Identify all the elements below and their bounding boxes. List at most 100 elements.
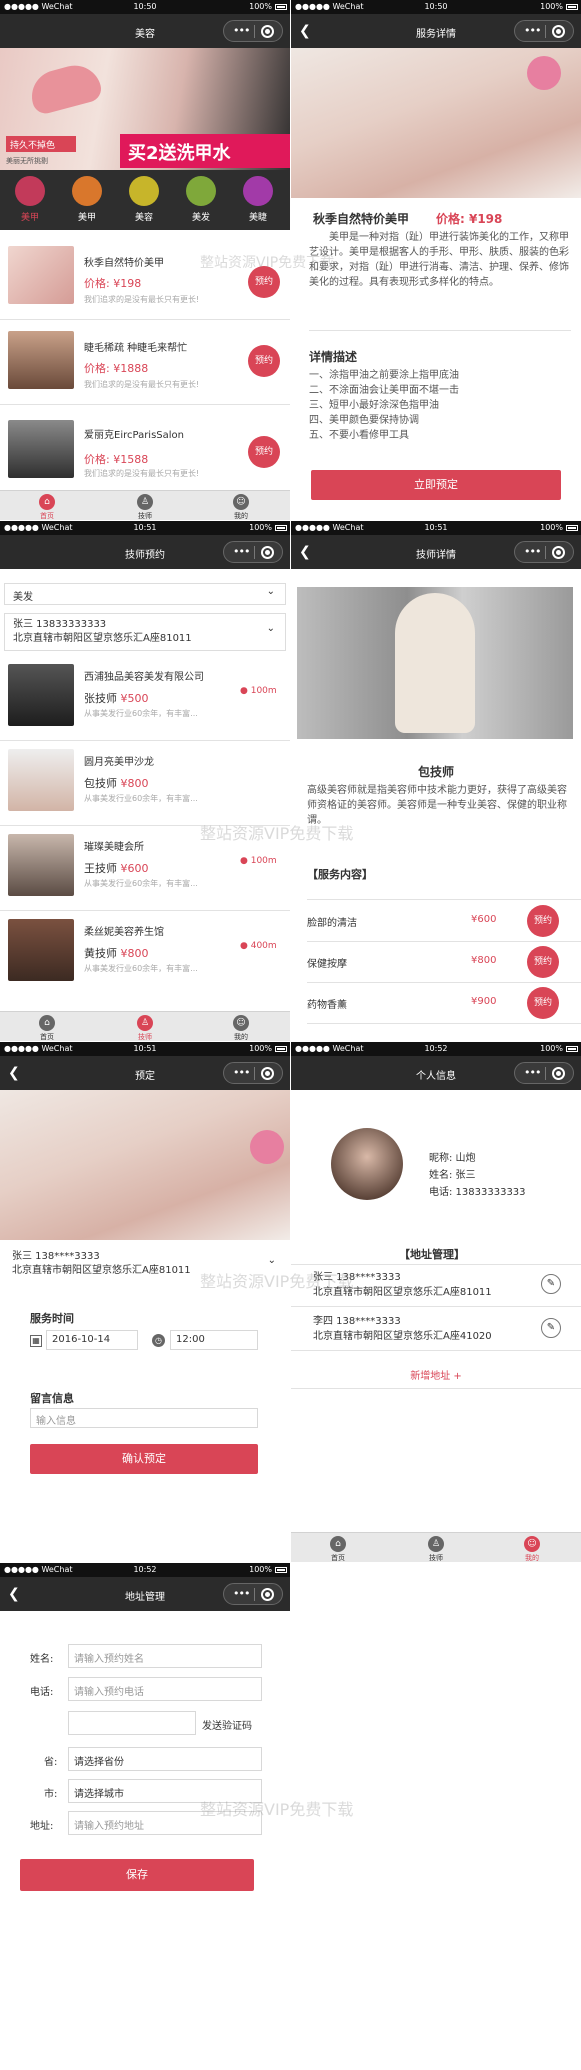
close-mini-icon[interactable]	[552, 1067, 565, 1080]
tab-home[interactable]: ⌂ 首页	[22, 494, 72, 520]
tab-home[interactable]: ⌂ 首页	[313, 1536, 363, 1562]
book-now-button[interactable]: 立即预定	[311, 470, 561, 500]
tab-technician[interactable]: ♙ 技师	[120, 494, 170, 520]
list-item[interactable]: 爱丽克EircParisSalon 价格: ¥1588 我们追求的是没有最长只有…	[0, 406, 290, 490]
more-icon[interactable]: •••	[524, 545, 541, 558]
back-icon[interactable]: ❮	[8, 1587, 20, 1601]
home-icon: ⌂	[39, 1015, 55, 1031]
page-title: 个人信息	[416, 1071, 456, 1082]
face-icon	[129, 176, 159, 206]
hero-banner[interactable]: 持久不掉色 买2送洗甲水 美丽无所挑剔	[0, 48, 290, 184]
edit-icon[interactable]: ✎	[541, 1318, 561, 1338]
item-name: 秋季自然特价美甲	[84, 258, 164, 269]
close-mini-icon[interactable]	[552, 25, 565, 38]
technician-photo	[8, 664, 74, 726]
screen-reservation: ●●●●● WeChat 10:51 100% ❮ 预定 ••• 张三 138****3…	[0, 1042, 290, 1562]
tab-technician[interactable]: ♙ 技师	[120, 1015, 170, 1041]
technician-row[interactable]: 圆月亮美甲沙龙 包技师 ¥800 从事美发行业60余年，有丰富...	[0, 743, 290, 827]
time-field[interactable]: 12:00	[170, 1330, 258, 1350]
back-icon[interactable]: ❮	[299, 24, 311, 38]
tab-mine[interactable]: ☺ 我的	[507, 1536, 557, 1562]
item-price: 价格: ¥1588	[84, 453, 149, 466]
category-nail-2[interactable]: 美甲	[61, 176, 113, 223]
book-button[interactable]: 预约	[527, 946, 559, 978]
book-button[interactable]: 预约	[527, 987, 559, 1019]
item-name: 睫毛稀疏 种睫毛来帮忙	[84, 343, 188, 354]
hair-icon	[186, 176, 216, 206]
close-mini-icon[interactable]	[552, 546, 565, 559]
more-icon[interactable]: •••	[233, 24, 250, 37]
flower-decoration	[527, 56, 561, 90]
book-button[interactable]: 预约	[248, 345, 280, 377]
tab-mine[interactable]: ☺ 我的	[216, 494, 266, 520]
capsule-menu[interactable]: •••	[223, 541, 283, 563]
name-input[interactable]: 请输入预约姓名	[68, 1644, 262, 1668]
list-item[interactable]: 睫毛稀疏 种睫毛来帮忙 价格: ¥1888 我们追求的是没有最长只有更长! 预约	[0, 321, 290, 405]
service-row[interactable]: 保健按摩 ¥800 预约	[291, 942, 581, 983]
capsule-menu[interactable]: •••	[514, 1062, 574, 1084]
verification-code-input[interactable]	[68, 1711, 196, 1735]
save-button[interactable]: 保存	[20, 1859, 254, 1891]
address-select[interactable]: 张三 13833333333 北京直辖市朝阳区望京悠乐汇A座81011 ⌄	[4, 613, 286, 651]
send-code-button[interactable]: 发送验证码	[202, 1717, 252, 1732]
detail-item: 一、涂指甲油之前要涂上指甲底油	[309, 370, 459, 381]
address-row[interactable]: 李四 138****3333 北京直辖市朝阳区望京悠乐汇A座41020 ✎	[291, 1312, 581, 1351]
more-icon[interactable]: •••	[233, 1587, 250, 1600]
detail-item: 四、美甲颜色要保持协调	[309, 415, 419, 426]
capsule-menu[interactable]: •••	[223, 1583, 283, 1605]
service-row[interactable]: 药物香薰 ¥900 预约	[291, 983, 581, 1024]
capsule-menu[interactable]: •••	[223, 1062, 283, 1084]
book-button[interactable]: 预约	[527, 905, 559, 937]
more-icon[interactable]: •••	[524, 24, 541, 37]
nail-illustration	[26, 59, 104, 117]
clock: 10:51	[133, 523, 157, 532]
navbar: ❮ 预定 •••	[0, 1056, 290, 1090]
battery-icon	[566, 525, 578, 531]
list-item[interactable]: 秋季自然特价美甲 价格: ¥198 我们追求的是没有最长只有更长! 预约	[0, 236, 290, 320]
close-mini-icon[interactable]	[261, 1588, 274, 1601]
tab-technician[interactable]: ♙ 技师	[411, 1536, 461, 1562]
close-mini-icon[interactable]	[261, 1067, 274, 1080]
distance: ● 100m	[240, 856, 277, 866]
chevron-down-icon: ⌄	[267, 1255, 276, 1266]
capsule-menu[interactable]: •••	[223, 20, 283, 42]
category-beauty[interactable]: 美容	[118, 176, 170, 223]
category-hair[interactable]: 美发	[175, 176, 227, 223]
back-icon[interactable]: ❮	[299, 545, 311, 559]
watermark: 整站资源VIP免费下载	[200, 1272, 354, 1291]
more-icon[interactable]: •••	[233, 545, 250, 558]
category-select[interactable]: 美发 ⌄	[4, 583, 286, 605]
navbar: ❮ 地址管理 •••	[0, 1577, 290, 1611]
date-field[interactable]: 2016-10-14	[46, 1330, 138, 1350]
province-select[interactable]: 请选择省份	[68, 1747, 262, 1771]
technician-desc: 从事美发行业60余年，有丰富...	[84, 964, 198, 973]
person-icon: ♙	[137, 494, 153, 510]
close-mini-icon[interactable]	[261, 25, 274, 38]
service-row[interactable]: 脸部的清洁 ¥600 预约	[291, 901, 581, 942]
tab-home[interactable]: ⌂ 首页	[22, 1015, 72, 1041]
message-input[interactable]: 输入信息	[30, 1408, 258, 1428]
add-address-button[interactable]: 新增地址 +	[291, 1367, 581, 1382]
more-icon[interactable]: •••	[524, 1066, 541, 1079]
edit-icon[interactable]: ✎	[541, 1274, 561, 1294]
phone-input[interactable]: 请输入预约电话	[68, 1677, 262, 1701]
item-thumbnail	[8, 246, 74, 304]
technician-photo	[297, 587, 573, 739]
book-button[interactable]: 预约	[248, 436, 280, 468]
category-nail[interactable]: 美甲	[4, 176, 56, 223]
status-bar: ●●●●● WeChat 10:51 100%	[291, 521, 581, 535]
tab-mine[interactable]: ☺ 我的	[216, 1015, 266, 1041]
close-mini-icon[interactable]	[261, 546, 274, 559]
back-icon[interactable]: ❮	[8, 1066, 20, 1080]
technician-row[interactable]: 柔丝妮美容养生馆 黄技师 ¥800 从事美发行业60余年，有丰富... ● 40…	[0, 913, 290, 997]
service-image	[0, 1090, 290, 1240]
more-icon[interactable]: •••	[233, 1066, 250, 1079]
category-lash[interactable]: 美睫	[232, 176, 284, 223]
service-name: 保健按摩	[307, 959, 347, 970]
capsule-menu[interactable]: •••	[514, 541, 574, 563]
address-line: 北京直辖市朝阳区望京悠乐汇A座41020	[313, 1331, 492, 1342]
confirm-button[interactable]: 确认预定	[30, 1444, 258, 1474]
technician-row[interactable]: 西浦独品美容美发有限公司 张技师 ¥500 从事美发行业60余年，有丰富... …	[0, 658, 290, 742]
nickname: 昵称: 山炮	[429, 1153, 476, 1164]
capsule-menu[interactable]: •••	[514, 20, 574, 42]
